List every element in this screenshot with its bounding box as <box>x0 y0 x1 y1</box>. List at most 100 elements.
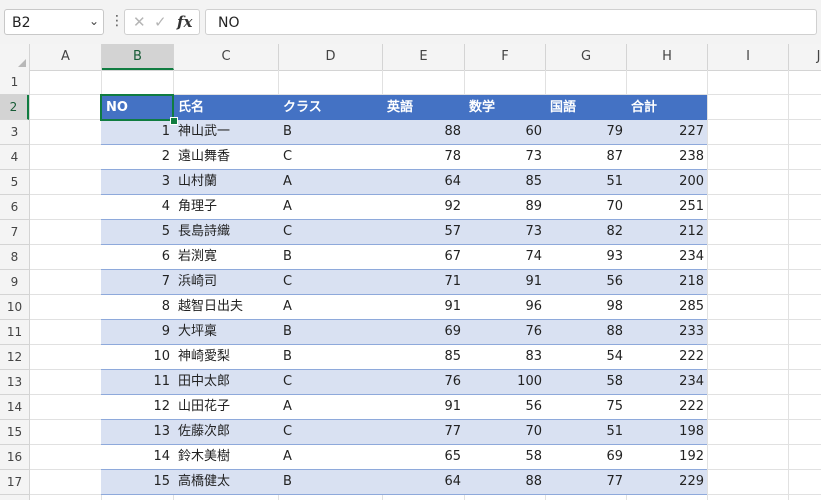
cell-math[interactable]: 89 <box>464 195 545 219</box>
cell-english[interactable]: 91 <box>382 395 464 419</box>
worksheet-grid[interactable]: NO 氏名 クラス 英語 数学 国語 合計 1 神山武一 B 88 60 79 … <box>30 70 821 500</box>
cell-no[interactable]: 8 <box>101 295 173 319</box>
row-header[interactable]: 16 <box>0 445 29 470</box>
column-header-j[interactable]: J <box>789 44 821 70</box>
cell-english[interactable]: 71 <box>382 270 464 294</box>
cell-class[interactable]: B <box>278 320 382 344</box>
cell-english[interactable]: 67 <box>382 245 464 269</box>
row-header[interactable]: 8 <box>0 245 29 270</box>
cell-japanese[interactable]: 93 <box>545 245 626 269</box>
cell-english[interactable]: 91 <box>382 295 464 319</box>
cell-japanese[interactable]: 98 <box>545 295 626 319</box>
cell-math[interactable]: 85 <box>464 170 545 194</box>
cell-no[interactable]: 11 <box>101 370 173 394</box>
cell-math[interactable]: 73 <box>464 145 545 169</box>
cell-name[interactable]: 田中太郎 <box>173 370 278 394</box>
cell-no[interactable]: 5 <box>101 220 173 244</box>
cell-total[interactable]: 229 <box>626 470 707 494</box>
cell-japanese[interactable]: 79 <box>545 120 626 144</box>
cell-no[interactable]: 1 <box>101 120 173 144</box>
cancel-icon[interactable]: ✕ <box>133 13 146 31</box>
header-cell-name[interactable]: 氏名 <box>173 95 278 120</box>
cell-english[interactable]: 88 <box>382 120 464 144</box>
cell-english[interactable]: 92 <box>382 195 464 219</box>
row-header[interactable]: 2 <box>0 95 29 120</box>
cell-name[interactable]: 長島詩織 <box>173 220 278 244</box>
name-box[interactable]: B2 ⌄ <box>4 9 104 35</box>
cell-class[interactable]: C <box>278 370 382 394</box>
cell-math[interactable]: 74 <box>464 245 545 269</box>
more-options-icon[interactable]: ⋮ <box>110 13 124 29</box>
column-header-d[interactable]: D <box>279 44 383 70</box>
cell-name[interactable]: 角理子 <box>173 195 278 219</box>
cell-japanese[interactable]: 70 <box>545 195 626 219</box>
cell-name[interactable]: 神山武一 <box>173 120 278 144</box>
formula-input[interactable]: NO <box>205 9 817 35</box>
cell-japanese[interactable]: 82 <box>545 220 626 244</box>
cell-no[interactable]: 9 <box>101 320 173 344</box>
cell-total[interactable]: 234 <box>626 370 707 394</box>
cell-class[interactable]: B <box>278 345 382 369</box>
row-header[interactable]: 4 <box>0 145 29 170</box>
cell-class[interactable]: C <box>278 145 382 169</box>
cell-english[interactable]: 64 <box>382 170 464 194</box>
row-header[interactable]: 5 <box>0 170 29 195</box>
cell-english[interactable]: 76 <box>382 370 464 394</box>
chevron-down-icon[interactable]: ⌄ <box>89 14 99 28</box>
cell-japanese[interactable]: 54 <box>545 345 626 369</box>
header-cell-total[interactable]: 合計 <box>626 95 707 120</box>
cell-total[interactable]: 218 <box>626 270 707 294</box>
cell-total[interactable]: 222 <box>626 345 707 369</box>
row-header[interactable]: 9 <box>0 270 29 295</box>
column-header-e[interactable]: E <box>383 44 465 70</box>
cell-math[interactable]: 100 <box>464 370 545 394</box>
cell-japanese[interactable]: 88 <box>545 320 626 344</box>
header-cell-english[interactable]: 英語 <box>382 95 464 120</box>
header-cell-class[interactable]: クラス <box>278 95 382 120</box>
cell-math[interactable]: 60 <box>464 120 545 144</box>
header-cell-math[interactable]: 数学 <box>464 95 545 120</box>
cell-name[interactable]: 浜崎司 <box>173 270 278 294</box>
column-header-b[interactable]: B <box>102 44 174 70</box>
row-header[interactable]: 6 <box>0 195 29 220</box>
cell-total[interactable]: 251 <box>626 195 707 219</box>
cell-english[interactable]: 65 <box>382 445 464 469</box>
cell-class[interactable]: B <box>278 120 382 144</box>
cell-name[interactable]: 神崎愛梨 <box>173 345 278 369</box>
row-header[interactable]: 3 <box>0 120 29 145</box>
cell-math[interactable]: 76 <box>464 320 545 344</box>
cell-no[interactable]: 13 <box>101 420 173 444</box>
row-header[interactable]: 11 <box>0 320 29 345</box>
cell-class[interactable]: B <box>278 245 382 269</box>
cell-japanese[interactable]: 51 <box>545 170 626 194</box>
cell-name[interactable]: 高橋健太 <box>173 470 278 494</box>
select-all-corner[interactable] <box>0 44 30 70</box>
column-header-c[interactable]: C <box>174 44 279 70</box>
column-header-f[interactable]: F <box>465 44 546 70</box>
column-header-g[interactable]: G <box>546 44 627 70</box>
cell-english[interactable]: 85 <box>382 345 464 369</box>
row-header[interactable]: 15 <box>0 420 29 445</box>
cell-class[interactable]: A <box>278 195 382 219</box>
fill-handle[interactable] <box>170 117 178 125</box>
column-header-i[interactable]: I <box>708 44 789 70</box>
cell-english[interactable]: 64 <box>382 470 464 494</box>
cell-math[interactable]: 91 <box>464 270 545 294</box>
cell-english[interactable]: 77 <box>382 420 464 444</box>
cell-name[interactable]: 遠山舞香 <box>173 145 278 169</box>
cell-english[interactable]: 78 <box>382 145 464 169</box>
cell-no[interactable]: 7 <box>101 270 173 294</box>
row-header[interactable]: 10 <box>0 295 29 320</box>
cell-japanese[interactable]: 75 <box>545 395 626 419</box>
cell-no[interactable]: 2 <box>101 145 173 169</box>
cell-no[interactable]: 14 <box>101 445 173 469</box>
cell-japanese[interactable]: 69 <box>545 445 626 469</box>
cell-name[interactable]: 山田花子 <box>173 395 278 419</box>
cell-class[interactable]: A <box>278 445 382 469</box>
cell-math[interactable]: 58 <box>464 445 545 469</box>
cell-name[interactable]: 佐藤次郎 <box>173 420 278 444</box>
cell-total[interactable]: 198 <box>626 420 707 444</box>
cell-class[interactable]: A <box>278 295 382 319</box>
cell-class[interactable]: C <box>278 220 382 244</box>
cell-class[interactable]: B <box>278 470 382 494</box>
